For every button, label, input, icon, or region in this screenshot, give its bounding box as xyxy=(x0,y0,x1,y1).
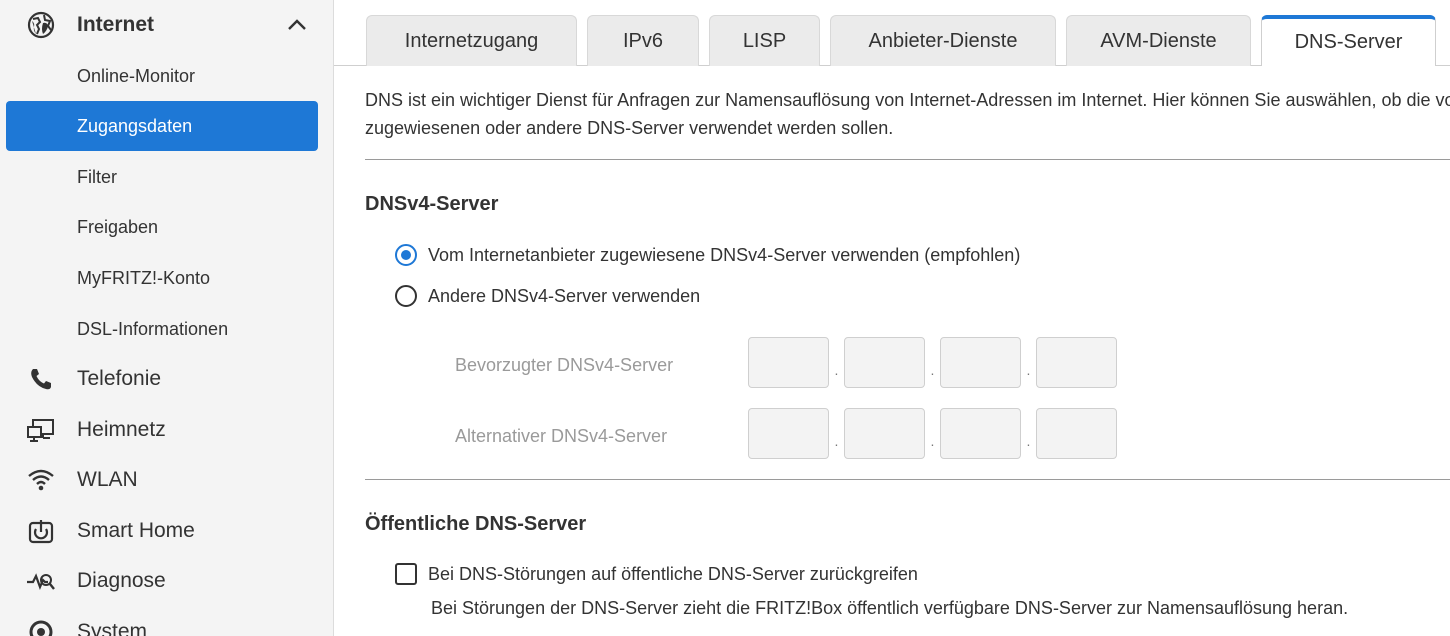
system-icon xyxy=(26,617,56,636)
tab-dns-server[interactable]: DNS-Server xyxy=(1261,15,1436,66)
tab-label: IPv6 xyxy=(622,29,664,52)
section-title-public-dns: Öffentliche DNS-Server xyxy=(365,513,587,535)
sidebar-item-myfritz-konto[interactable]: MyFRITZ!-Konto xyxy=(0,253,333,303)
tab-anbieter-dienste[interactable]: Anbieter-Dienste xyxy=(830,15,1056,66)
preferred-dns-octet-3[interactable] xyxy=(940,337,1021,388)
radio-label: Vom Internetanbieter zugewiesene DNSv4-S… xyxy=(428,244,1021,265)
tab-ipv6[interactable]: IPv6 xyxy=(587,15,699,66)
sidebar-item-label: Online-Monitor xyxy=(77,65,196,86)
checkbox[interactable] xyxy=(395,563,417,585)
octet-separator: . xyxy=(834,361,839,378)
alternative-dns-octet-2[interactable] xyxy=(844,408,925,459)
intro-text: DNS ist ein wichtiger Dienst für Anfrage… xyxy=(365,86,1450,142)
chevron-up-icon[interactable] xyxy=(286,14,308,36)
sidebar-item-filter[interactable]: Filter xyxy=(0,152,333,202)
alternative-dns-input-group: . . . xyxy=(748,408,1117,459)
alternative-dns-label: Alternativer DNSv4-Server xyxy=(455,426,668,446)
octet-separator: . xyxy=(1026,432,1031,449)
radio-provider-dns[interactable]: Vom Internetanbieter zugewiesene DNSv4-S… xyxy=(395,244,1020,266)
public-dns-fallback-checkbox-row[interactable]: Bei DNS-Störungen auf öffentliche DNS-Se… xyxy=(395,563,918,585)
divider xyxy=(365,159,1450,160)
radio-button[interactable] xyxy=(395,285,417,307)
tab-lisp[interactable]: LISP xyxy=(709,15,820,66)
tab-label: Anbieter-Dienste xyxy=(868,29,1018,52)
sidebar-item-label: Smart Home xyxy=(77,519,195,542)
sidebar-item-label: Telefonie xyxy=(77,367,162,390)
tab-label: LISP xyxy=(742,29,787,52)
octet-separator: . xyxy=(930,432,935,449)
sidebar-item-zugangsdaten[interactable]: Zugangsdaten xyxy=(6,101,318,151)
radio-other-dns[interactable]: Andere DNSv4-Server verwenden xyxy=(395,285,700,307)
wifi-icon xyxy=(26,465,56,495)
diagnose-icon xyxy=(26,566,56,596)
sidebar-item-label: DSL-Informationen xyxy=(77,318,229,339)
sidebar-item-label: System xyxy=(77,620,148,636)
sidebar-item-diagnose[interactable]: Diagnose xyxy=(0,556,333,606)
checkbox-label: Bei DNS-Störungen auf öffentliche DNS-Se… xyxy=(428,563,918,584)
sidebar-item-dsl-informationen[interactable]: DSL-Informationen xyxy=(0,304,333,354)
preferred-dns-label: Bevorzugter DNSv4-Server xyxy=(455,355,674,375)
globe-icon xyxy=(26,10,56,40)
section-title-dnsv4: DNSv4-Server xyxy=(365,193,499,215)
intro-line: zugewiesenen oder andere DNS-Server verw… xyxy=(365,118,894,138)
sidebar-item-label: Internet xyxy=(77,13,155,36)
sidebar-item-system[interactable]: System xyxy=(0,607,333,636)
octet-separator: . xyxy=(834,432,839,449)
network-icon xyxy=(26,415,56,445)
radio-button-checked[interactable] xyxy=(395,244,417,266)
sidebar-item-label: Diagnose xyxy=(77,569,166,592)
phone-icon xyxy=(26,364,56,394)
tab-avm-dienste[interactable]: AVM-Dienste xyxy=(1066,15,1251,66)
sidebar-item-label: Freigaben xyxy=(77,216,159,237)
smart-home-icon xyxy=(26,516,56,546)
tab-label: AVM-Dienste xyxy=(1100,29,1217,52)
radio-label: Andere DNSv4-Server verwenden xyxy=(428,285,701,306)
sidebar-item-heimnetz[interactable]: Heimnetz xyxy=(0,405,333,455)
tab-internetzugang[interactable]: Internetzugang xyxy=(366,15,577,66)
sidebar-item-label: Filter xyxy=(77,166,117,187)
sidebar: Internet Online-Monitor Zugangsdaten Fil… xyxy=(0,0,334,636)
sidebar-item-label: MyFRITZ!-Konto xyxy=(77,267,211,288)
alternative-dns-octet-4[interactable] xyxy=(1036,408,1117,459)
public-dns-hint: Bei Störungen der DNS-Server zieht die F… xyxy=(431,598,1349,618)
octet-separator: . xyxy=(1026,361,1031,378)
alternative-dns-octet-1[interactable] xyxy=(748,408,829,459)
alternative-dns-octet-3[interactable] xyxy=(940,408,1021,459)
preferred-dns-input-group: . . . xyxy=(748,337,1117,388)
sidebar-item-label: Heimnetz xyxy=(77,418,166,441)
divider xyxy=(365,479,1450,480)
sidebar-item-internet[interactable]: Internet xyxy=(0,0,333,50)
intro-line: DNS ist ein wichtiger Dienst für Anfrage… xyxy=(365,90,1450,110)
sidebar-item-online-monitor[interactable]: Online-Monitor xyxy=(0,51,333,101)
preferred-dns-octet-4[interactable] xyxy=(1036,337,1117,388)
sidebar-item-label: WLAN xyxy=(77,468,138,491)
sidebar-item-smart-home[interactable]: Smart Home xyxy=(0,506,333,556)
preferred-dns-octet-1[interactable] xyxy=(748,337,829,388)
tab-label: Internetzugang xyxy=(404,29,539,52)
tab-label: DNS-Server xyxy=(1294,31,1403,53)
sidebar-item-freigaben[interactable]: Freigaben xyxy=(0,202,333,252)
sidebar-item-wlan[interactable]: WLAN xyxy=(0,455,333,505)
sidebar-item-label: Zugangsdaten xyxy=(77,115,193,136)
octet-separator: . xyxy=(930,361,935,378)
preferred-dns-octet-2[interactable] xyxy=(844,337,925,388)
sidebar-item-telefonie[interactable]: Telefonie xyxy=(0,354,333,404)
